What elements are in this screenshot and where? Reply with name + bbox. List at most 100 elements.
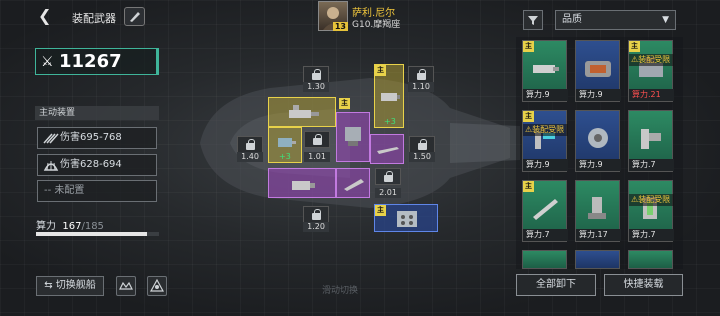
fleet-button[interactable] <box>147 276 167 296</box>
weapon-icon <box>585 61 611 77</box>
skills-header: 主动装置 <box>35 106 159 120</box>
weapon-slot-bottom[interactable]: 主 <box>374 204 438 232</box>
restricted-warning: ⚠装配受限 <box>629 194 674 206</box>
combat-power-value: 11267 <box>59 51 122 72</box>
weapon-slot-sub[interactable]: +3 <box>268 127 302 163</box>
weapon-icon <box>588 197 606 219</box>
page-title: 装配武器 <box>72 12 116 25</box>
quality-dropdown[interactable]: 品质 ▼ <box>555 10 676 30</box>
card-compute: 算力.7 <box>629 229 674 241</box>
back-icon[interactable]: ❮ <box>38 8 52 24</box>
lock-icon[interactable] <box>408 66 434 83</box>
weapon-slot-center[interactable] <box>336 112 370 162</box>
slot-cost: 1.40 <box>237 152 263 162</box>
restricted-warning: ⚠装配受限 <box>523 124 568 136</box>
weapon-list[interactable]: 主算力.9 算力.9 主 ⚠装配受限 算力.21 主 ⚠装配受限 算力.9 算力.9 算力.7 主算… <box>516 37 683 269</box>
lock-icon[interactable] <box>303 206 329 223</box>
unload-all-button[interactable]: 全部卸下 <box>516 274 596 296</box>
weapon-icon <box>641 129 661 149</box>
weapon-slot-top[interactable]: 主 +3 <box>374 64 404 128</box>
weapon-card[interactable]: 主 ⚠装配受限算力.21 <box>628 40 674 102</box>
card-compute: 算力.7 <box>629 159 674 171</box>
lock-icon[interactable] <box>409 136 435 153</box>
card-compute: 算力.21 <box>629 89 674 101</box>
card-compute: 算力.17 <box>576 229 621 241</box>
skill-label: -- 未配置 <box>44 185 85 196</box>
main-badge: 主 <box>523 111 534 122</box>
card-compute: 算力.9 <box>523 159 568 171</box>
missile-rack-icon <box>397 211 417 227</box>
card-compute: 算力.7 <box>523 229 568 241</box>
main-badge: 主 <box>523 41 534 52</box>
gatling-icon <box>292 181 315 190</box>
cannon-icon <box>289 105 319 118</box>
lock-icon[interactable] <box>303 66 329 83</box>
weapon-card[interactable]: 主算力.9 <box>522 40 568 102</box>
weapon-card[interactable]: 算力.9 <box>575 110 621 172</box>
lock-icon[interactable] <box>237 136 263 153</box>
compute-bar <box>36 232 159 236</box>
lock-icon[interactable] <box>375 168 401 185</box>
weapon-slot-right[interactable] <box>370 134 404 164</box>
shell-icon <box>43 161 59 171</box>
formation-button[interactable] <box>116 276 136 296</box>
slot-cost: 2.01 <box>375 188 401 198</box>
weapon-card-partial[interactable] <box>628 250 673 269</box>
quality-label: 品质 <box>562 14 582 25</box>
weapon-card[interactable]: 算力.9 <box>575 40 621 102</box>
lock-icon[interactable] <box>304 131 330 148</box>
pencil-icon <box>130 12 140 22</box>
slot-cost: 1.10 <box>408 82 434 92</box>
weapon-card[interactable]: 主 ⚠装配受限算力.9 <box>522 110 568 172</box>
turret-icon <box>278 138 296 147</box>
heavy-turret-icon <box>345 127 361 146</box>
compute-bar-fill <box>36 232 148 236</box>
compute-label: 算力 <box>36 221 56 232</box>
slot-cost: 1.01 <box>304 152 330 162</box>
ship-name: G10.摩羯座 <box>352 20 401 30</box>
card-compute: 算力.9 <box>576 159 621 171</box>
crown-icon <box>119 281 133 290</box>
weapon-card-partial[interactable] <box>575 250 620 269</box>
weapon-card[interactable]: 主算力.7 <box>522 180 568 242</box>
launcher-icon <box>344 179 364 191</box>
weapon-icon <box>533 65 559 73</box>
skill-label: 伤害628-694 <box>60 159 122 170</box>
scroll-hint: 滑动切换 <box>322 286 359 296</box>
slot-cost: 1.20 <box>303 222 329 232</box>
crossed-swords-icon: ⚔ <box>41 54 54 70</box>
rifle-icon <box>377 147 399 154</box>
weapon-card[interactable]: 算力.17 <box>575 180 621 242</box>
skill-slot-1[interactable]: 伤害695-768 <box>37 127 157 149</box>
weapon-icon <box>588 128 608 148</box>
weapon-slot-main[interactable]: 主 <box>268 97 350 127</box>
triangle-icon <box>149 278 165 292</box>
switch-ship-button[interactable]: ⇆ 切换舰船 <box>36 276 104 296</box>
weapon-slot-lower-mid[interactable] <box>336 168 370 198</box>
filter-button[interactable] <box>523 10 543 30</box>
weapon-card[interactable]: ⚠装配受限算力.7 <box>628 180 674 242</box>
main-badge: 主 <box>523 181 534 192</box>
slot-cost: 1.30 <box>303 82 329 92</box>
card-compute: 算力.9 <box>576 89 621 101</box>
restricted-warning: ⚠装配受限 <box>629 54 674 66</box>
compute-power: 算力 167/185 <box>36 221 104 232</box>
chevron-down-icon: ▼ <box>662 15 669 25</box>
combat-power: ⚔ 11267 <box>35 48 159 75</box>
card-compute: 算力.9 <box>523 89 568 101</box>
main-badge: 主 <box>629 41 640 52</box>
filter-icon <box>528 16 538 25</box>
weapon-icon <box>533 199 558 220</box>
missile-pod-icon <box>381 93 400 101</box>
edit-button[interactable] <box>124 7 145 26</box>
quick-equip-button[interactable]: 快捷装载 <box>604 274 683 296</box>
skill-slot-2[interactable]: 伤害628-694 <box>37 154 157 176</box>
pilot-avatar[interactable]: 13 <box>318 1 348 31</box>
weapon-card[interactable]: 算力.7 <box>628 110 674 172</box>
weapon-slot-lower-left[interactable] <box>268 168 336 198</box>
skill-slot-3[interactable]: -- 未配置 <box>37 180 157 202</box>
compute-max: 185 <box>84 221 104 232</box>
compute-current: 167 <box>62 221 82 232</box>
weapon-card-partial[interactable] <box>522 250 567 269</box>
claw-icon <box>43 133 59 144</box>
